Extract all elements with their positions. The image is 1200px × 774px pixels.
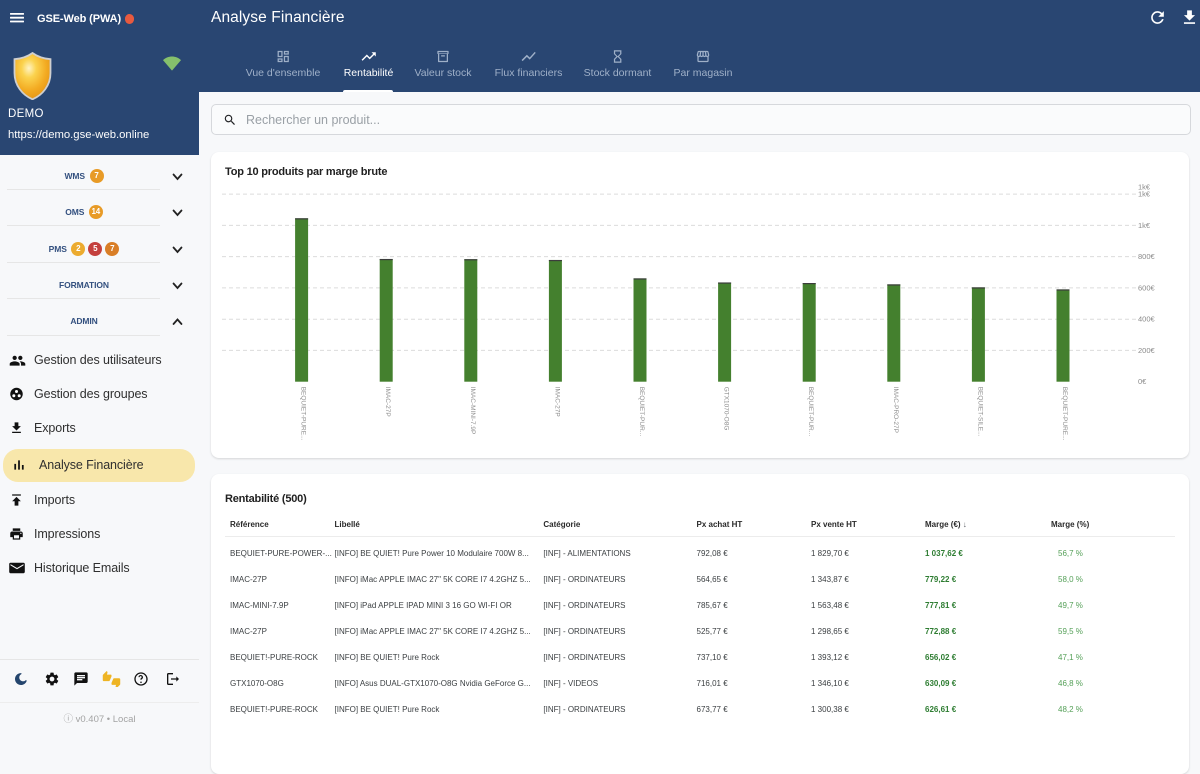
svg-text:IMAC-PRO-27P: IMAC-PRO-27P [892,387,899,433]
svg-text:BEQUIET-PURE...: BEQUIET-PURE... [300,387,307,441]
svg-text:0€: 0€ [1138,377,1147,386]
svg-text:IMAC-MINI-7.9P: IMAC-MINI-7.9P [469,387,476,435]
svg-text:1k€: 1k€ [1138,190,1151,199]
svg-text:GTX1070-O8G: GTX1070-O8G [723,387,730,431]
svg-text:400€: 400€ [1138,315,1156,324]
svg-text:200€: 200€ [1138,346,1156,355]
svg-text:1k€: 1k€ [1138,221,1151,230]
svg-text:800€: 800€ [1138,252,1156,261]
svg-text:BEQUIET-SILE...: BEQUIET-SILE... [976,387,983,437]
svg-text:IMAC-27P: IMAC-27P [384,387,391,417]
svg-text:BEQUIET-PURE...: BEQUIET-PURE... [1061,387,1068,441]
svg-text:IMAC-27P: IMAC-27P [553,387,560,417]
svg-text:600€: 600€ [1138,283,1156,292]
svg-text:BEQUIET-PUR...: BEQUIET-PUR... [807,387,814,437]
svg-text:BEQUIET-PUR...: BEQUIET-PUR... [638,387,645,437]
